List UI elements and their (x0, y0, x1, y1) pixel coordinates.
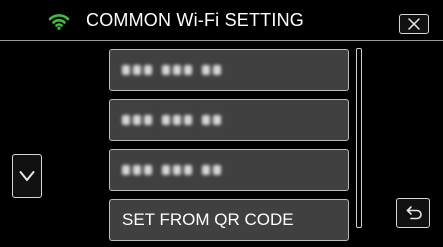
network-item-2[interactable] (109, 99, 349, 141)
network-item-1[interactable] (109, 49, 349, 91)
set-from-qr-code-label: SET FROM QR CODE (122, 210, 294, 229)
obscured-network-name (122, 111, 221, 129)
back-button[interactable] (396, 198, 430, 228)
page-title: COMMON Wi-Fi SETTING (86, 10, 304, 30)
network-item-3[interactable] (109, 149, 349, 191)
back-arrow-icon (406, 206, 422, 220)
header-divider (0, 40, 443, 41)
obscured-network-name (122, 61, 221, 79)
title-bar: COMMON Wi-Fi SETTING (0, 0, 443, 40)
close-icon (408, 18, 420, 30)
scroll-down-button[interactable] (12, 154, 42, 198)
close-button[interactable] (399, 14, 429, 34)
wifi-icon (48, 14, 70, 30)
set-from-qr-code-button[interactable]: SET FROM QR CODE (109, 199, 349, 241)
scrollbar[interactable] (356, 48, 362, 228)
chevron-down-icon (19, 171, 35, 181)
obscured-network-name (122, 161, 221, 179)
